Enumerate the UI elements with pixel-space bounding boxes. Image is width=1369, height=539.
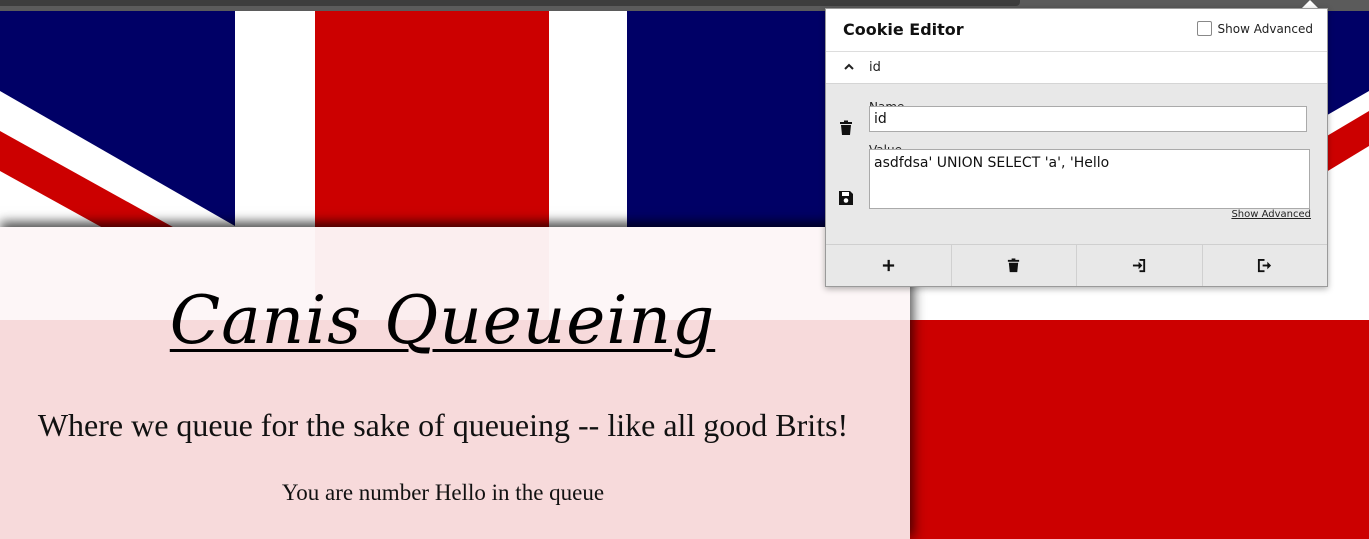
cookie-row-header[interactable]: id [826,52,1327,84]
cookie-edit-panel: Name Value asdfdsa' UNION SELECT 'a', 'H… [826,84,1327,245]
add-cookie-button[interactable] [826,245,952,286]
popup-title: Cookie Editor [843,20,964,39]
main-content-card: Canis Queueing Where we queue for the sa… [0,227,910,539]
chevron-up-icon[interactable] [844,62,854,72]
import-icon [1132,258,1145,273]
cookie-value-input[interactable]: asdfdsa' UNION SELECT 'a', 'Hello [869,149,1310,209]
queue-status-text: You are number Hello in the queue [281,480,605,505]
plus-icon [882,259,894,272]
popup-toolbar [826,245,1327,286]
cookie-name-input[interactable] [869,106,1307,132]
show-advanced-toggle[interactable]: Show Advanced [1196,21,1313,36]
show-advanced-checkbox[interactable] [1196,21,1212,36]
popup-header: Cookie Editor Show Advanced [826,9,1327,52]
import-button[interactable] [1077,245,1203,286]
cookie-row-name: id [869,60,881,75]
show-advanced-label: Show Advanced [1217,21,1313,36]
cookie-editor-popup: Cookie Editor Show Advanced id Name Valu… [825,8,1328,287]
site-title: Canis Queueing [169,282,716,359]
show-advanced-link[interactable]: Show Advanced [1231,209,1311,220]
export-icon [1258,258,1272,273]
browser-tab-bar [0,0,1020,6]
delete-all-button[interactable] [952,245,1077,286]
trash-icon [1008,258,1020,273]
trash-icon[interactable] [838,120,854,136]
site-tagline: Where we queue for the sake of queueing … [37,407,849,443]
export-button[interactable] [1203,245,1328,286]
save-icon[interactable] [838,190,854,206]
